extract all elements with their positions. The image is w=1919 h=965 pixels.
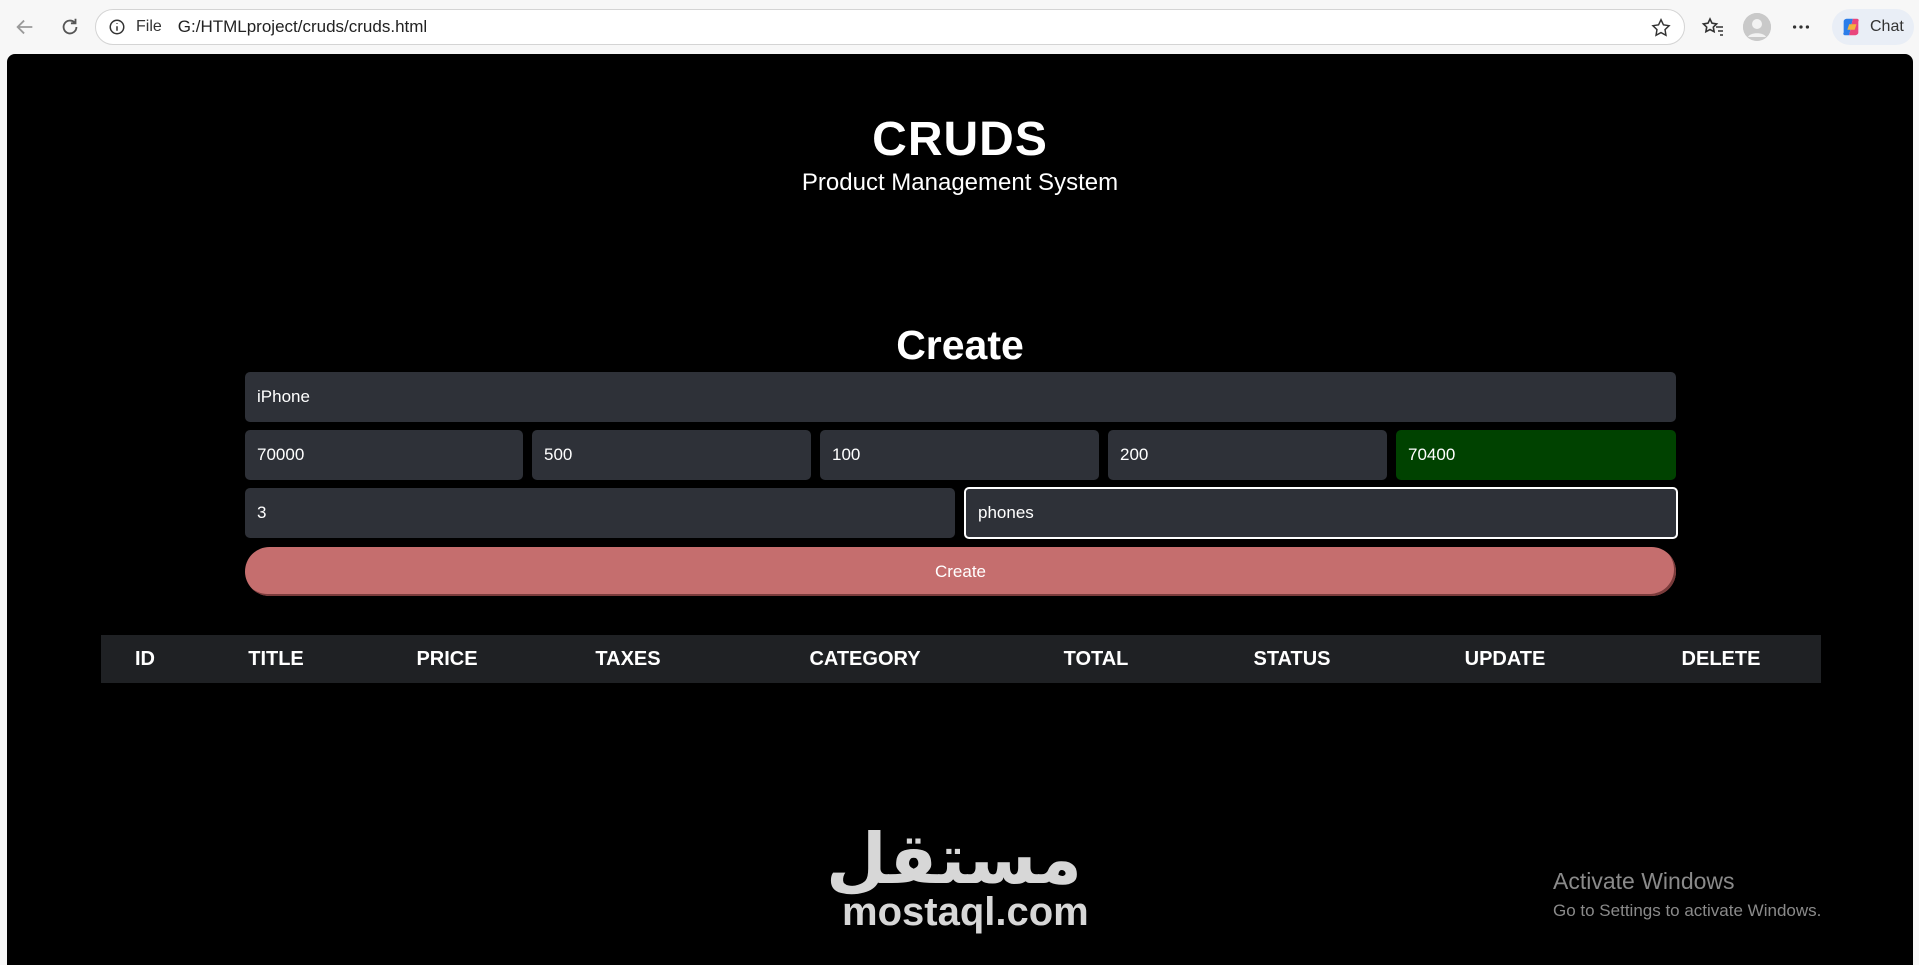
activate-windows-notice: Activate Windows Go to Settings to activ… <box>1553 868 1821 921</box>
scheme-label: File <box>136 18 162 35</box>
count-input[interactable] <box>245 488 955 538</box>
column-header-price: PRICE <box>416 648 478 670</box>
taxes-input[interactable] <box>532 430 811 480</box>
url-text[interactable]: G:/HTMLproject/cruds/cruds.html <box>178 17 427 37</box>
column-header-status: STATUS <box>1253 648 1331 670</box>
price-input[interactable] <box>245 430 523 480</box>
column-header-category: CATEGORY <box>809 648 921 670</box>
column-header-taxes: TAXES <box>595 648 661 670</box>
copilot-chat-button[interactable]: Chat <box>1832 9 1914 45</box>
browser-toolbar: File G:/HTMLproject/cruds/cruds.html Cha… <box>0 0 1919 54</box>
chat-label: Chat <box>1870 18 1904 35</box>
create-section-title: Create <box>896 322 1024 368</box>
products-table-header: ID TITLE PRICE TAXES CATEGORY TOTAL STAT… <box>101 635 1821 683</box>
reload-icon <box>62 18 78 35</box>
activate-windows-title: Activate Windows <box>1553 868 1735 894</box>
page-subtitle: Product Management System <box>801 168 1119 196</box>
discount-input[interactable] <box>1108 430 1387 480</box>
more-options-icon[interactable] <box>1787 13 1815 41</box>
mostaql-watermark: مستقل mostaql.com <box>825 818 1089 935</box>
activate-windows-hint: Go to Settings to activate Windows. <box>1553 901 1822 920</box>
back-arrow-icon <box>16 19 33 35</box>
watermark-latin-text: mostaql.com <box>842 890 1089 934</box>
page-title: CRUDS <box>872 113 1048 166</box>
title-input[interactable] <box>245 372 1676 422</box>
watermark-arabic-text: مستقل <box>825 818 1082 900</box>
back-button[interactable] <box>12 14 38 40</box>
column-header-delete: DELETE <box>1681 648 1761 670</box>
info-icon[interactable] <box>108 18 126 36</box>
page-viewport: CRUDS Product Management System Create C… <box>7 54 1913 965</box>
column-header-id: ID <box>135 648 155 670</box>
column-header-update: UPDATE <box>1464 648 1546 670</box>
favorites-icon[interactable] <box>1699 13 1727 41</box>
column-header-title: TITLE <box>248 648 304 670</box>
favorite-star-icon[interactable] <box>1650 17 1672 44</box>
reload-button[interactable] <box>57 14 83 40</box>
column-header-total: TOTAL <box>1063 648 1129 670</box>
page-header: CRUDS Product Management System <box>7 113 1913 197</box>
address-bar[interactable]: File G:/HTMLproject/cruds/cruds.html <box>95 9 1685 45</box>
total-field <box>1396 430 1676 480</box>
create-button[interactable]: Create <box>245 547 1676 596</box>
copilot-icon <box>1843 18 1859 36</box>
ads-input[interactable] <box>820 430 1099 480</box>
category-input[interactable] <box>964 487 1678 539</box>
profile-avatar-icon[interactable] <box>1743 13 1771 41</box>
